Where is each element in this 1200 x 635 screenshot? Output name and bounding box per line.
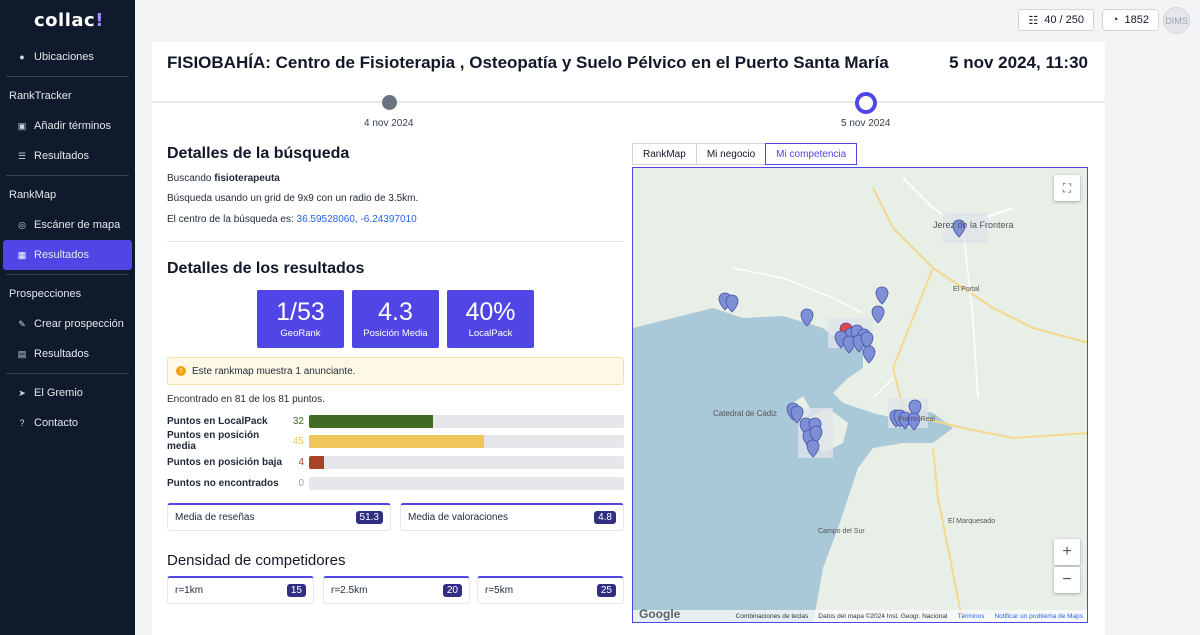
speed-icon: ◔ [1111, 14, 1119, 26]
result-row-label: Puntos no encontrados [167, 477, 279, 489]
result-row: Puntos no encontrados 0 [167, 476, 624, 490]
place-jerez: Jerez de la Frontera [933, 220, 1014, 230]
report-card: FISIOBAHÍA: Centro de Fisioterapia , Ost… [152, 42, 1105, 635]
sidebar-item-el-gremio[interactable]: ➤ El Gremio [0, 378, 135, 408]
section-prospecciones: Prospecciones [9, 288, 82, 300]
result-row-bar-fill [309, 455, 325, 469]
density-heading: Densidad de competidores [167, 552, 346, 569]
app-logo[interactable]: collac! [0, 0, 135, 40]
advertiser-alert: ! Este rankmap muestra 1 anunciante. [167, 357, 624, 385]
pin-icon: ✎ [18, 318, 26, 329]
help-icon: ? [19, 418, 25, 428]
section-ranktracker: RankTracker [9, 90, 72, 102]
timeline-point-2[interactable] [855, 92, 877, 114]
document-icon: ▤ [17, 348, 27, 359]
map-pin-icon: ● [19, 52, 25, 62]
result-row-bar [309, 476, 624, 490]
result-row-label: Puntos en LocalPack [167, 415, 268, 427]
result-row-bar-fill [309, 434, 485, 448]
zoom-in-button[interactable]: + [1054, 539, 1080, 565]
timeline [152, 101, 1105, 103]
fullscreen-button[interactable]: ⛶ [1054, 175, 1080, 201]
found-text: Encontrado en 81 de los 81 puntos. [167, 394, 325, 405]
list-icon: ☷ [1028, 14, 1039, 27]
result-row-count: 45 [292, 435, 304, 447]
grid-icon: ▦ [17, 249, 27, 260]
sidebar-item-create-prospect[interactable]: ✎ Crear prospección [0, 309, 135, 339]
timeline-point-1[interactable] [382, 95, 397, 110]
center-coords-link[interactable]: 36.59528060, -6.24397010 [297, 214, 417, 225]
result-row-bar [309, 414, 624, 428]
search-details-heading: Detalles de la búsqueda [167, 145, 350, 162]
topbar: ☷ 40 / 250 ◔ 1852 DIMS [135, 0, 1200, 40]
place-campo-del-sur: Campo del Sur [818, 528, 865, 535]
result-row-count: 32 [292, 415, 304, 427]
result-row: Puntos en posición media 45 [167, 430, 624, 452]
grid-description: Búsqueda usando un grid de 9x9 con un ra… [167, 193, 419, 204]
sidebar-item-ubicaciones[interactable]: ● Ubicaciones [0, 42, 135, 72]
place-el-marquesado: El Marquesado [948, 518, 996, 525]
map-data-credit: Datos del mapa ©2024 Inst. Geogr. Nacion… [818, 612, 948, 620]
density-2-5km: r=2.5km 20 [323, 576, 470, 604]
target-icon: ◎ [18, 219, 26, 230]
result-row-bar [309, 455, 624, 469]
metric-avg-ratings: Media de valoraciones 4.8 [400, 503, 624, 531]
timeline-label-2: 5 nov 2024 [841, 118, 891, 129]
sidebar-item-add-terms[interactable]: ▣ Añadir términos [0, 111, 135, 141]
result-row: Puntos en LocalPack 32 [167, 414, 624, 428]
result-row-count: 0 [298, 477, 304, 489]
add-terms-icon: ▣ [17, 120, 27, 131]
sidebar: collac! ● Ubicaciones RankTracker ▣ Añadir… [0, 0, 135, 635]
result-row: Puntos en posición baja 4 [167, 455, 624, 469]
map-footer: Combinaciones de teclas Datos del mapa ©… [633, 610, 1087, 622]
stat-avg-position: 4.3 Posición Media [352, 290, 439, 348]
tab-rankmap[interactable]: RankMap [632, 143, 697, 165]
result-row-label: Puntos en posición baja [167, 456, 283, 468]
map-terms-link[interactable]: Términos [957, 613, 984, 620]
result-row-bar-fill [309, 414, 434, 428]
result-row-label: Puntos en posición media [167, 430, 260, 452]
sidebar-item-contacto[interactable]: ? Contacto [0, 408, 135, 438]
density-1km: r=1km 15 [167, 576, 314, 604]
place-puerto-real: Puerto Real [898, 416, 935, 423]
search-keyword: Buscando fisioterapeuta [167, 173, 280, 184]
sidebar-item-rankmap-results[interactable]: ▦ Resultados [3, 240, 132, 270]
section-rankmap: RankMap [9, 189, 57, 201]
credits-pill[interactable]: ☷ 40 / 250 [1018, 9, 1094, 31]
sidebar-item-prospect-results[interactable]: ▤ Resultados [0, 339, 135, 369]
density-5km: r=5km 25 [477, 576, 624, 604]
zoom-out-button[interactable]: − [1054, 567, 1080, 593]
result-row-bar [309, 434, 624, 448]
stat-georank: 1/53 GeoRank [257, 290, 344, 348]
place-cadiz: Catedral de Cádiz [713, 409, 778, 418]
warning-icon: ! [176, 366, 186, 376]
competitor-map[interactable]: Jerez de la Frontera Catedral de Cádiz E… [632, 167, 1088, 623]
map-report-link[interactable]: Notificar un problema de Maps [994, 613, 1083, 620]
list-icon: ☰ [17, 150, 27, 161]
report-date: 5 nov 2024, 11:30 [949, 53, 1088, 72]
tab-mi-negocio[interactable]: Mi negocio [695, 143, 767, 165]
timeline-label-1: 4 nov 2024 [364, 118, 414, 129]
result-row-count: 4 [298, 456, 304, 468]
sidebar-item-map-scanner[interactable]: ◎ Escáner de mapa [0, 210, 135, 240]
stat-localpack: 40% LocalPack [447, 290, 534, 348]
avatar[interactable]: DIMS [1163, 7, 1190, 34]
page-title: FISIOBAHÍA: Centro de Fisioterapia , Ost… [167, 53, 889, 72]
map-shortcuts-link[interactable]: Combinaciones de teclas [736, 613, 809, 620]
results-heading: Detalles de los resultados [167, 260, 365, 277]
tab-mi-competencia[interactable]: Mi competencia [765, 143, 858, 165]
map-canvas [633, 168, 1087, 622]
points-pill[interactable]: ◔ 1852 [1101, 9, 1159, 31]
place-el-portal: El Portal [953, 286, 980, 293]
sidebar-item-ranktracker-results[interactable]: ☰ Resultados [0, 141, 135, 171]
send-icon: ➤ [18, 387, 26, 398]
google-logo: Google [639, 607, 681, 621]
metric-avg-reviews: Media de reseñas 51.3 [167, 503, 391, 531]
map-tabs: RankMap Mi negocio Mi competencia [632, 143, 858, 165]
search-center: El centro de la búsqueda es: 36.59528060… [167, 214, 417, 225]
